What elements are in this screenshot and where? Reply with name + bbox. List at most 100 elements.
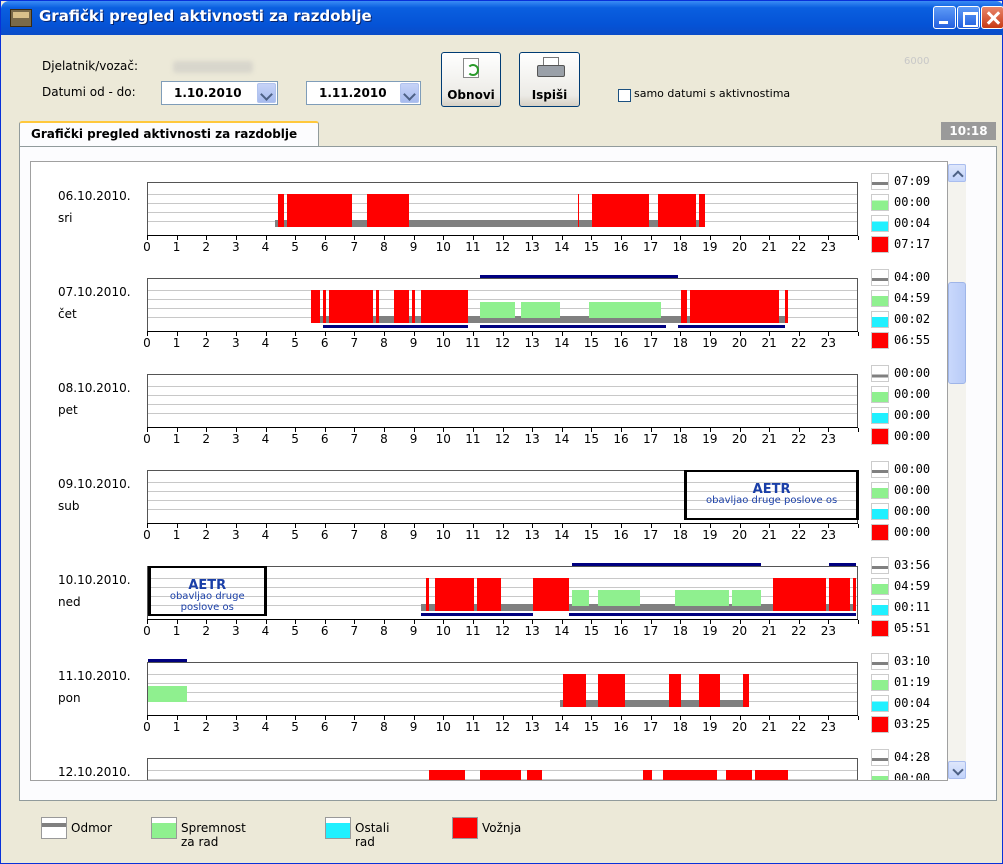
total-swatch [871, 461, 889, 478]
close-button[interactable] [981, 6, 1003, 29]
hour-label: 20 [731, 624, 748, 638]
hour-label: 2 [202, 240, 211, 254]
spremnost-bar [148, 686, 187, 702]
total-swatch [871, 557, 889, 574]
activity-total: 00:00 [869, 407, 947, 424]
activity-total: 00:00 [869, 503, 947, 520]
total-swatch [871, 578, 889, 595]
hour-label: 4 [261, 336, 270, 350]
axis-tick [858, 620, 859, 624]
legend-swatch [151, 817, 177, 839]
grid-line [148, 203, 857, 204]
legend-swatch [41, 817, 67, 839]
total-swatch [871, 428, 889, 445]
hour-label: 20 [731, 720, 748, 734]
voznja-bar [743, 674, 750, 707]
voznja-bar [853, 578, 857, 611]
hour-label: 0 [143, 432, 151, 446]
day-name: pon [58, 691, 81, 705]
voznja-bar [829, 578, 851, 611]
spremnost-bar [521, 302, 560, 318]
date-from-select[interactable]: 1.10.2010 [161, 81, 278, 105]
hour-label: 3 [232, 720, 240, 734]
hour-label: 9 [409, 240, 418, 254]
spremnost-bar [675, 590, 729, 606]
hour-label: 1 [172, 624, 181, 638]
maximize-button[interactable] [957, 6, 980, 29]
clock-badge: 10:18 [941, 122, 996, 140]
print-button[interactable]: Ispiši [519, 52, 580, 107]
activity-total: 04:59 [869, 578, 947, 595]
voznja-bar [681, 290, 688, 323]
activity-total: 00:11 [869, 599, 947, 616]
total-value: 00:02 [894, 312, 931, 326]
hour-label: 3 [232, 432, 240, 446]
tab-label: Grafički pregled aktivnosti za razdoblje [31, 127, 298, 141]
hour-label: 2 [202, 528, 211, 542]
hour-label: 1 [172, 720, 181, 734]
activity-chart-list[interactable]: 06.10.2010. sri 0 1 2 3 4 5 6 7 8 9 10 11 12 13 14 15 16 17… [30, 161, 948, 781]
total-value: 01:19 [894, 675, 931, 689]
grid-line [148, 692, 857, 693]
total-value: 06:55 [894, 333, 931, 347]
hour-label: 8 [380, 336, 388, 350]
tab-graphical-overview[interactable]: Grafički pregled aktivnosti za razdoblje [19, 121, 319, 147]
activity-line-bottom [420, 613, 534, 616]
hour-label: 18 [672, 528, 688, 542]
voznja-bar [376, 290, 380, 323]
total-value: 03:10 [894, 654, 931, 668]
day-row: 08.10.2010. pet 0 1 2 3 4 5 6 7 8 9 10 11 12 13 14 15 16 17… [31, 365, 947, 468]
hour-label: 19 [702, 336, 718, 350]
total-value: 04:59 [894, 291, 931, 305]
hour-label: 7 [350, 432, 359, 446]
hour-label: 1 [172, 336, 181, 350]
day-activity-chart [147, 374, 858, 428]
hour-label: 19 [702, 528, 718, 542]
chevron-down-icon[interactable] [400, 83, 419, 103]
hour-label: 20 [731, 240, 748, 254]
title-bar[interactable]: Grafički pregled aktivnosti za razdoblje [1, 1, 1003, 35]
only-active-checkbox[interactable] [618, 89, 631, 102]
total-swatch [871, 482, 889, 499]
hour-label: 0 [143, 624, 151, 638]
hour-label: 6 [320, 720, 329, 734]
date-to-select[interactable]: 1.11.2010 [306, 81, 421, 105]
hour-label: 3 [232, 240, 240, 254]
activity-line-top [479, 275, 679, 278]
hour-label: 16 [613, 240, 629, 254]
grid-line [148, 212, 857, 213]
hour-label: 14 [554, 336, 570, 350]
chevron-down-icon[interactable] [257, 83, 276, 103]
day-row: 07.10.2010. čet 0 1 2 3 4 5 6 7 8 9 10 11 12 13 14 15 16 17… [31, 269, 947, 372]
voznja-bar [657, 194, 697, 227]
total-value: 04:28 [894, 750, 931, 764]
hour-label: 7 [350, 336, 359, 350]
driver-label: Djelatnik/vozač: [42, 59, 139, 73]
hour-label: 15 [583, 432, 600, 446]
hour-label: 16 [613, 624, 629, 638]
hour-label: 13 [524, 528, 540, 542]
hour-label: 18 [672, 720, 688, 734]
refresh-button[interactable]: Obnovi [441, 52, 501, 107]
hour-label: 1 [172, 432, 181, 446]
total-swatch [871, 524, 889, 541]
hour-label: 18 [672, 336, 688, 350]
scroll-up-icon[interactable] [948, 164, 966, 182]
hour-label: 21 [761, 432, 777, 446]
minimize-button[interactable] [933, 6, 956, 29]
vertical-scrollbar[interactable] [948, 164, 966, 779]
total-value: 00:04 [894, 696, 931, 710]
hour-label: 4 [261, 432, 270, 446]
activity-total: 00:04 [869, 695, 947, 712]
scroll-down-icon[interactable] [948, 761, 966, 779]
voznja-bar [690, 290, 779, 323]
voznja-bar [476, 578, 501, 611]
scrollbar-thumb[interactable] [948, 282, 966, 384]
date-to-value: 1.11.2010 [319, 86, 387, 100]
grid-line [148, 683, 857, 684]
hour-label: 8 [380, 528, 388, 542]
hour-label: 21 [761, 336, 777, 350]
total-swatch [871, 386, 889, 403]
hour-label: 18 [672, 432, 688, 446]
activity-total: 03:25 [869, 716, 947, 733]
